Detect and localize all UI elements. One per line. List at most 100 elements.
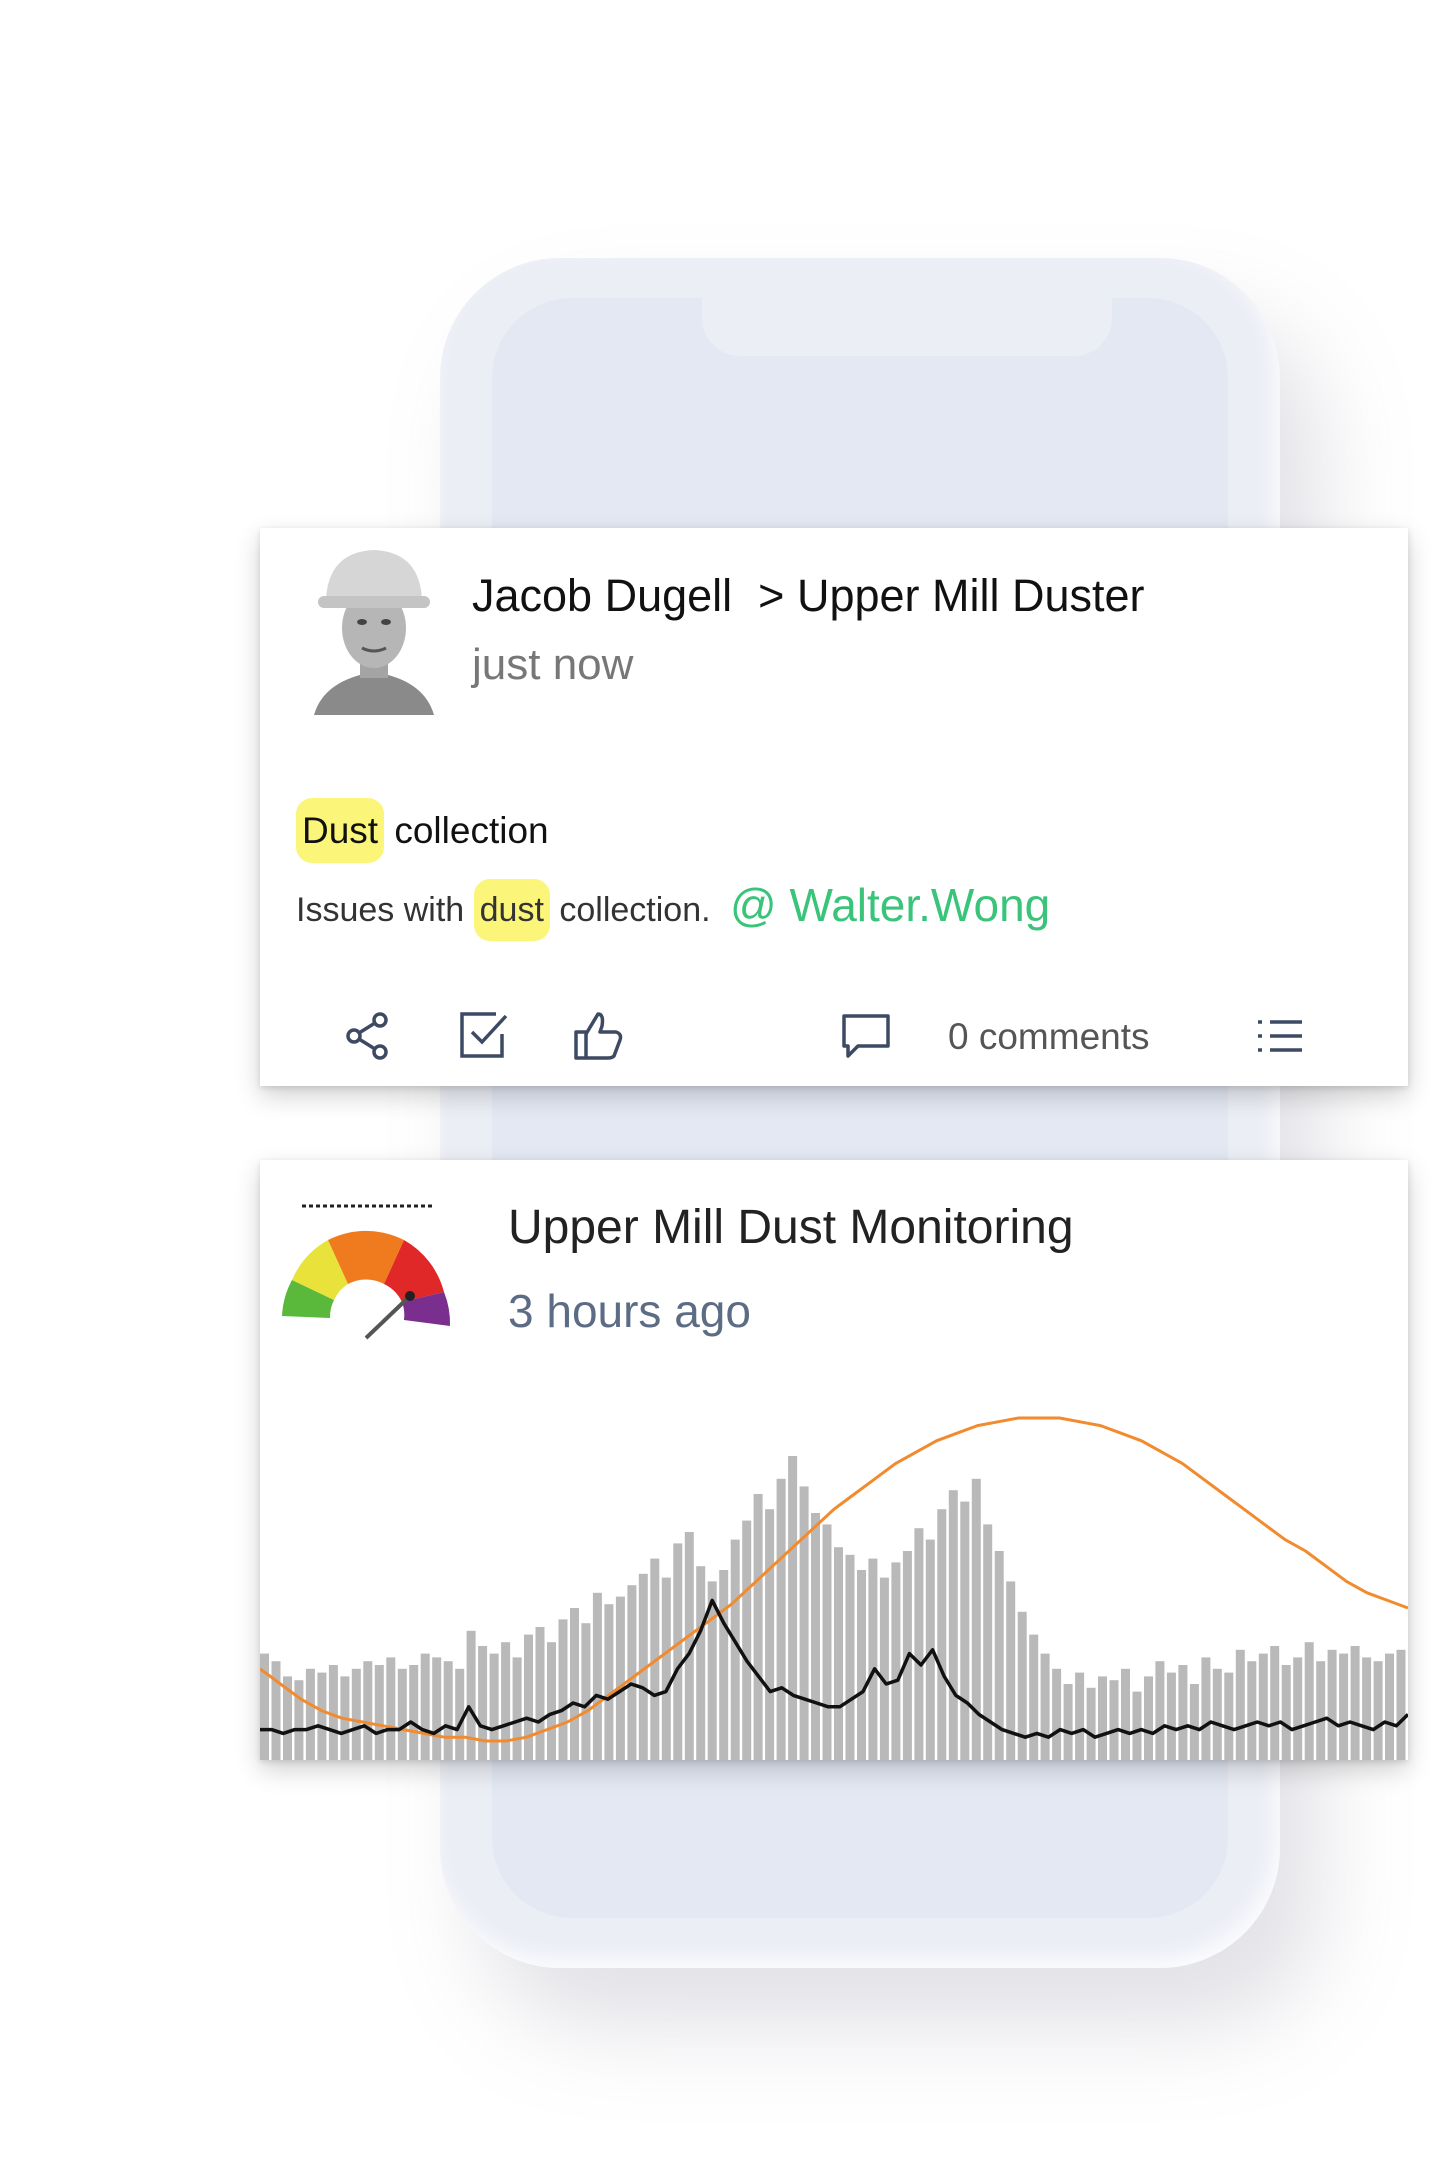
chart-bar xyxy=(1201,1657,1211,1760)
chart-bar xyxy=(351,1668,361,1760)
chart-bar xyxy=(1362,1657,1372,1760)
chart-bar xyxy=(1281,1665,1291,1760)
highlight-keyword: dust xyxy=(473,879,550,941)
chart-bar xyxy=(443,1661,453,1760)
post-title: Dust collection xyxy=(296,798,549,863)
post-author-line: Jacob Dugell > Upper Mill Duster xyxy=(472,570,1145,622)
chart-bar xyxy=(1235,1649,1245,1760)
share-icon[interactable] xyxy=(340,1008,396,1064)
chart-bar xyxy=(1350,1646,1360,1760)
chart-bar xyxy=(983,1524,993,1760)
chart-bar xyxy=(1270,1646,1280,1760)
chart-bar xyxy=(581,1623,591,1760)
chart-bar xyxy=(661,1577,671,1760)
chart-bar xyxy=(1385,1653,1394,1760)
chart-bar xyxy=(1086,1687,1096,1760)
chart-bar xyxy=(1373,1661,1383,1760)
chart-bar xyxy=(879,1577,889,1760)
chart-bar xyxy=(1155,1661,1165,1760)
chart-bar xyxy=(432,1657,442,1760)
chart-bar xyxy=(1040,1653,1050,1760)
chart-bar xyxy=(673,1543,683,1760)
chart-bar xyxy=(914,1528,924,1760)
chart-bar xyxy=(1247,1661,1257,1760)
chart-bar xyxy=(822,1524,832,1760)
comments-count[interactable]: 0 comments xyxy=(948,1016,1150,1058)
destination-name[interactable]: Upper Mill Duster xyxy=(797,570,1145,621)
chart-bar xyxy=(719,1570,729,1760)
chart-bar xyxy=(409,1665,419,1760)
chart-bar xyxy=(478,1646,488,1760)
chart-bar xyxy=(1132,1691,1142,1760)
monitoring-title[interactable]: Upper Mill Dust Monitoring xyxy=(508,1200,1074,1255)
user-mention[interactable]: @ Walter.Wong xyxy=(730,879,1050,931)
chart-bar xyxy=(788,1456,798,1760)
chart-bar xyxy=(1178,1665,1188,1760)
chart-bar xyxy=(363,1661,373,1760)
chart-bar xyxy=(1098,1676,1107,1760)
post-title-text: collection xyxy=(394,810,549,851)
chart-bar xyxy=(1075,1672,1085,1760)
chart-bar xyxy=(1316,1661,1326,1760)
chart-bar xyxy=(1189,1684,1199,1760)
chart-bar xyxy=(317,1672,327,1760)
chart-bar xyxy=(1029,1634,1039,1760)
chart-bar xyxy=(570,1608,579,1760)
chart-bar xyxy=(305,1668,315,1760)
chart-bar xyxy=(547,1642,556,1760)
chart-bar xyxy=(948,1490,958,1760)
chart-bar xyxy=(455,1668,465,1760)
chart-bar xyxy=(1212,1668,1222,1760)
comment-icon[interactable] xyxy=(838,1008,894,1064)
chart-bar xyxy=(1144,1676,1153,1760)
chart-bar xyxy=(535,1627,545,1760)
chart-bar xyxy=(604,1604,614,1760)
post-body-suffix: collection. xyxy=(559,891,711,929)
chart-bar xyxy=(271,1661,281,1760)
dust-gauge-icon xyxy=(282,1204,451,1340)
chart-bar xyxy=(294,1680,304,1760)
post-card[interactable]: Jacob Dugell > Upper Mill Duster just now… xyxy=(260,528,1408,1086)
chart-bar xyxy=(799,1486,809,1760)
chart-bar xyxy=(1258,1653,1268,1760)
chart-bar xyxy=(1052,1668,1062,1760)
post-timestamp: just now xyxy=(472,640,634,689)
chart-bar xyxy=(374,1665,384,1760)
dust-chart xyxy=(260,1416,1408,1760)
chart-bar xyxy=(420,1653,430,1760)
task-checkbox-icon[interactable] xyxy=(456,1008,512,1064)
phone-notch xyxy=(702,298,1112,356)
chart-bar xyxy=(512,1657,522,1760)
chart-bar xyxy=(1396,1649,1406,1760)
chart-bar xyxy=(960,1501,970,1760)
chart-bar xyxy=(627,1585,637,1760)
chart-bar xyxy=(1304,1642,1314,1760)
chart-bar xyxy=(696,1566,706,1760)
chart-bar xyxy=(1224,1672,1234,1760)
chart-bar xyxy=(868,1558,878,1760)
avatar xyxy=(304,540,444,715)
chart-bar xyxy=(386,1657,396,1760)
chart-bar xyxy=(1109,1680,1119,1760)
chart-bar xyxy=(742,1520,752,1760)
chart-bar xyxy=(397,1668,407,1760)
chart-bar xyxy=(489,1653,499,1760)
monitoring-card[interactable]: Upper Mill Dust Monitoring 3 hours ago xyxy=(260,1160,1408,1760)
chart-bar xyxy=(1063,1684,1073,1760)
post-body: Issues with dust collection. @ Walter.Wo… xyxy=(296,878,1050,941)
chart-bar xyxy=(1293,1657,1303,1760)
chart-bar xyxy=(558,1619,568,1760)
like-thumbs-up-icon[interactable] xyxy=(570,1008,626,1064)
author-name[interactable]: Jacob Dugell xyxy=(472,570,732,621)
chart-bar xyxy=(592,1592,602,1760)
chart-bar xyxy=(1121,1668,1130,1760)
chart-bar xyxy=(1339,1653,1349,1760)
chart-bar xyxy=(765,1509,775,1760)
chart-bar xyxy=(524,1634,533,1760)
chart-bar xyxy=(1166,1672,1176,1760)
chart-bar xyxy=(753,1494,763,1760)
chart-bar xyxy=(811,1513,820,1760)
list-menu-icon[interactable] xyxy=(1252,1008,1308,1064)
post-body-prefix: Issues with xyxy=(296,891,465,929)
chart-bar xyxy=(776,1478,786,1760)
